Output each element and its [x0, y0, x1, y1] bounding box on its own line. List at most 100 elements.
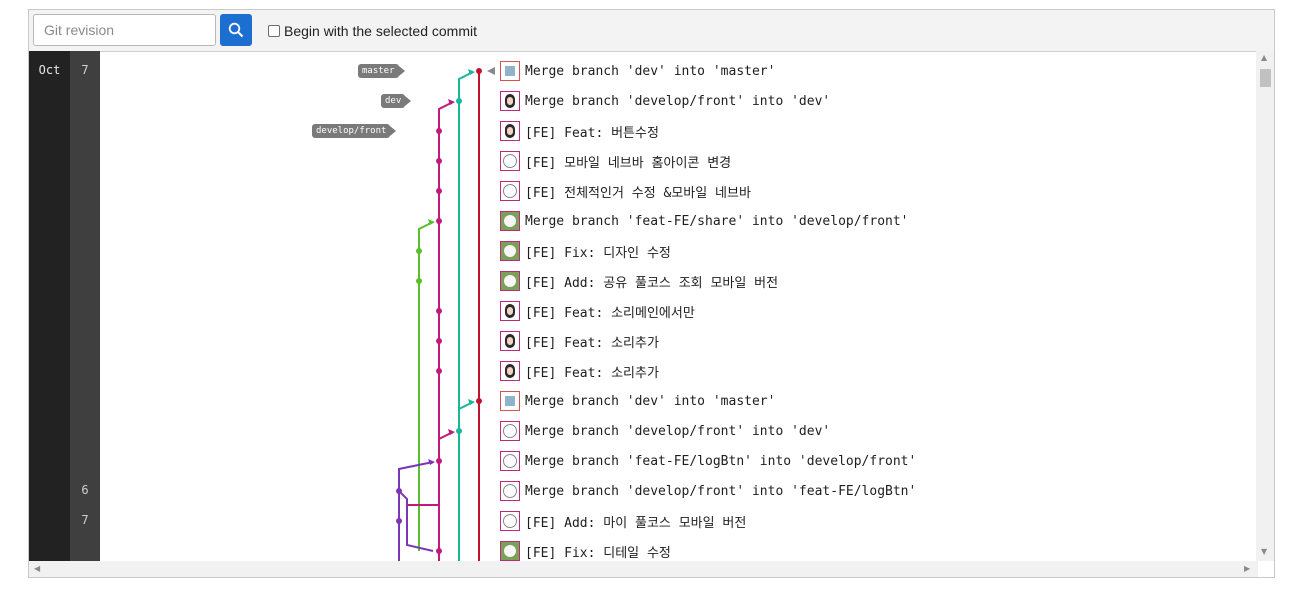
graph-commit-dot — [416, 278, 422, 284]
begin-checkbox[interactable] — [268, 25, 280, 37]
graph-commit-dot — [436, 458, 442, 464]
commit-row[interactable]: Merge branch 'develop/front' into 'feat-… — [500, 479, 916, 503]
cartoon-avatar — [500, 421, 520, 441]
search-button[interactable] — [220, 14, 252, 46]
commit-row[interactable]: Merge branch 'develop/front' into 'dev' — [500, 419, 830, 443]
graph-commit-dot — [436, 548, 442, 554]
dog-avatar — [500, 211, 520, 231]
scroll-down-arrow-icon[interactable]: ▼ — [1261, 547, 1267, 556]
ref-label[interactable]: develop/front — [312, 124, 397, 138]
graph-merge-edge — [398, 490, 434, 552]
commit-message: Merge branch 'dev' into 'master' — [525, 393, 776, 409]
head-marker-icon — [487, 67, 495, 75]
commit-message: [FE] Feat: 소리추가 — [525, 335, 659, 351]
commit-graph — [396, 67, 495, 561]
graph-commit-dot — [476, 398, 482, 404]
cartoon-avatar — [500, 451, 520, 471]
scroll-left-arrow-icon[interactable]: ◀ — [34, 564, 40, 573]
commit-message: Merge branch 'develop/front' into 'dev' — [525, 423, 831, 439]
commit-row[interactable]: [FE] Add: 마이 풀코스 모바일 버전 — [500, 509, 746, 533]
commit-message: [FE] Add: 공유 풀코스 조회 모바일 버전 — [525, 275, 779, 291]
graph-commit-dot — [416, 248, 422, 254]
cartoon-avatar — [500, 481, 520, 501]
day-column: 7 6 7 — [70, 51, 100, 561]
git-revision-input[interactable] — [33, 14, 216, 46]
photo-avatar — [500, 361, 520, 381]
identicon-avatar — [500, 391, 520, 411]
graph-commit-dot — [396, 518, 402, 524]
graph-commit-dot — [436, 218, 442, 224]
graph-merge-edge — [418, 221, 434, 251]
commit-message: [FE] Feat: 소리메인에서만 — [525, 305, 695, 321]
graph-commit-dot — [476, 68, 482, 74]
commit-message: Merge branch 'feat-FE/share' into 'devel… — [525, 213, 909, 229]
day-label: 7 — [81, 63, 89, 77]
commit-row[interactable]: [FE] Feat: 소리추가 — [500, 359, 659, 383]
graph-commit-dot — [436, 128, 442, 134]
graph-commit-dot — [456, 98, 462, 104]
graph-merge-edge — [458, 71, 474, 101]
dog-avatar — [500, 271, 520, 291]
commit-row[interactable]: Merge branch 'dev' into 'master' — [500, 59, 775, 83]
graph-merge-edge — [458, 401, 474, 431]
commit-row[interactable]: Merge branch 'dev' into 'master' — [500, 389, 775, 413]
vertical-scrollbar[interactable]: ▲ ▼ — [1256, 51, 1274, 561]
commit-message: Merge branch 'feat-FE/logBtn' into 'deve… — [525, 453, 917, 469]
graph-arrowhead — [428, 459, 435, 465]
identicon-avatar — [500, 61, 520, 81]
dog-avatar — [500, 241, 520, 261]
month-column: Oct — [29, 51, 70, 561]
commit-message: [FE] 전체적인거 수정 &모바일 네브바 — [525, 185, 751, 201]
day-label: 6 — [81, 483, 89, 497]
cartoon-avatar — [500, 181, 520, 201]
graph-merge-edge — [398, 461, 434, 491]
graph-commit-dot — [456, 428, 462, 434]
cartoon-avatar — [500, 511, 520, 531]
commit-message: [FE] 모바일 네브바 홈아이콘 변경 — [525, 155, 732, 171]
scroll-up-arrow-icon[interactable]: ▲ — [1261, 53, 1267, 62]
graph-commit-dot — [396, 488, 402, 494]
commit-row[interactable]: Merge branch 'develop/front' into 'dev' — [500, 89, 830, 113]
photo-avatar — [500, 91, 520, 111]
graph-commit-dot — [436, 368, 442, 374]
cartoon-avatar — [500, 151, 520, 171]
day-label: 7 — [81, 513, 89, 527]
commit-row[interactable]: [FE] Feat: 버튼수정 — [500, 119, 659, 143]
commit-message: Merge branch 'dev' into 'master' — [525, 63, 776, 79]
commit-message: [FE] Fix: 디테일 수정 — [525, 545, 671, 561]
commit-row[interactable]: [FE] Fix: 디테일 수정 — [500, 539, 671, 563]
commit-row[interactable]: Merge branch 'feat-FE/logBtn' into 'deve… — [500, 449, 916, 473]
photo-avatar — [500, 301, 520, 321]
scroll-right-arrow-icon[interactable]: ▶ — [1244, 564, 1250, 573]
commit-row[interactable]: [FE] Add: 공유 풀코스 조회 모바일 버전 — [500, 269, 778, 293]
graph-commit-dot — [436, 188, 442, 194]
commit-row[interactable]: [FE] Feat: 소리메인에서만 — [500, 299, 695, 323]
dog-avatar — [500, 541, 520, 561]
begin-with-selected-commit[interactable]: Begin with the selected commit — [268, 21, 477, 41]
commit-row[interactable]: [FE] 모바일 네브바 홈아이콘 변경 — [500, 149, 731, 173]
commit-message: [FE] Add: 마이 풀코스 모바일 버전 — [525, 515, 747, 531]
commit-row[interactable]: Merge branch 'feat-FE/share' into 'devel… — [500, 209, 909, 233]
graph-merge-edge — [438, 101, 454, 131]
commit-message: Merge branch 'develop/front' into 'dev' — [525, 93, 831, 109]
commit-message: Merge branch 'develop/front' into 'feat-… — [525, 483, 917, 499]
scrollbar-thumb[interactable] — [1260, 69, 1271, 87]
graph-commit-dot — [436, 308, 442, 314]
horizontal-scrollbar[interactable]: ◀ ▶ — [29, 561, 1258, 577]
begin-checkbox-label: Begin with the selected commit — [284, 23, 477, 39]
graph-commit-dot — [436, 338, 442, 344]
git-graph-panel: Begin with the selected commit Oct 7 6 7 M… — [28, 9, 1275, 578]
ref-label[interactable]: master — [358, 64, 404, 78]
month-label: Oct — [38, 63, 61, 77]
toolbar: Begin with the selected commit — [29, 10, 1274, 52]
commit-row[interactable]: [FE] Fix: 디자인 수정 — [500, 239, 671, 263]
photo-avatar — [500, 331, 520, 351]
commit-row[interactable]: [FE] 전체적인거 수정 &모바일 네브바 — [500, 179, 751, 203]
photo-avatar — [500, 121, 520, 141]
ref-label[interactable]: dev — [381, 94, 412, 108]
graph-commit-dot — [436, 158, 442, 164]
commit-message: [FE] Feat: 소리추가 — [525, 365, 659, 381]
commit-message: [FE] Fix: 디자인 수정 — [525, 245, 671, 261]
search-icon — [228, 22, 244, 38]
commit-row[interactable]: [FE] Feat: 소리추가 — [500, 329, 659, 353]
